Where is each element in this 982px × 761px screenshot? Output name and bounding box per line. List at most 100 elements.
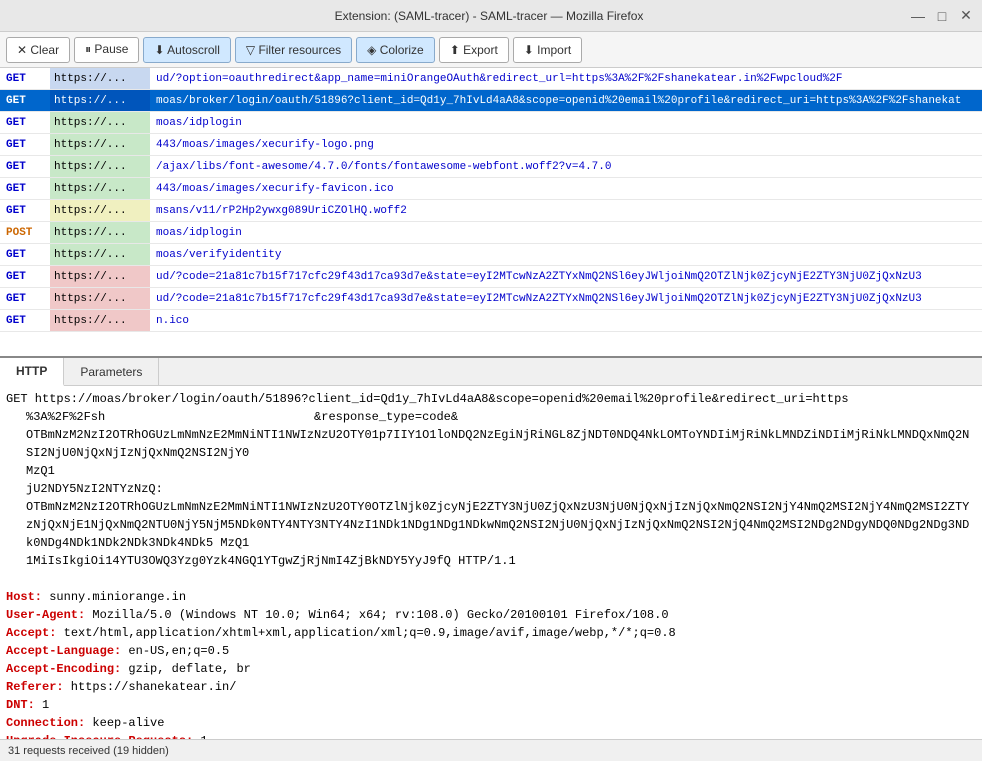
encoded-line-2: OTBmNzM2NzI2OTRhOGUzLmNmNzE2MmNiNTI1NWIz… xyxy=(6,498,976,552)
status-bar: 31 requests received (19 hidden) xyxy=(0,739,982,761)
header-value: gzip, deflate, br xyxy=(121,662,251,676)
request-line-2: %3A%2F%2Fsh &response_type=code& xyxy=(6,408,976,426)
request-host: https://... xyxy=(50,112,150,133)
autoscroll-button[interactable]: ⬇ Autoscroll xyxy=(143,37,230,63)
header-value: 1 xyxy=(193,734,207,739)
toolbar: ✕ Clear ⏸ Pause ⬇ Autoscroll ▽ Filter re… xyxy=(0,32,982,68)
request-host: https://... xyxy=(50,68,150,89)
header-value: 1 xyxy=(35,698,49,712)
header-name: Referer: xyxy=(6,680,64,694)
request-host: https://... xyxy=(50,178,150,199)
clear-button[interactable]: ✕ Clear xyxy=(6,37,70,63)
request-host: https://... xyxy=(50,288,150,309)
request-url: ud/?option=oauthredirect&app_name=miniOr… xyxy=(150,73,982,85)
request-method: GET xyxy=(0,293,50,305)
table-row[interactable]: GEThttps://...moas/broker/login/oauth/51… xyxy=(0,90,982,112)
table-row[interactable]: POSThttps://...moas/idplogin xyxy=(0,222,982,244)
table-row[interactable]: GEThttps://.../ajax/libs/font-awesome/4.… xyxy=(0,156,982,178)
table-row[interactable]: GEThttps://...n.ico xyxy=(0,310,982,332)
request-host: https://... xyxy=(50,266,150,287)
header-name: Upgrade-Insecure-Requests: xyxy=(6,734,193,739)
detail-line: Referer: https://shanekatear.in/ xyxy=(6,678,976,696)
table-row[interactable]: GEThttps://...443/moas/images/xecurify-l… xyxy=(0,134,982,156)
request-method: GET xyxy=(0,315,50,327)
header-value: en-US,en;q=0.5 xyxy=(121,644,229,658)
request-url: moas/verifyidentity xyxy=(150,249,982,261)
request-url: /ajax/libs/font-awesome/4.7.0/fonts/font… xyxy=(150,161,982,173)
encoded-line-0: OTBmNzM2NzI2OTRhOGUzLmNmNzE2MmNiNTI1NWIz… xyxy=(6,426,976,480)
window-controls: — □ ✕ xyxy=(910,8,974,24)
request-url: ud/?code=21a81c7b15f717cfc29f43d17ca93d7… xyxy=(150,271,982,283)
detail-line: User-Agent: Mozilla/5.0 (Windows NT 10.0… xyxy=(6,606,976,624)
header-value: sunny.miniorange.in xyxy=(42,590,186,604)
header-name: Accept-Language: xyxy=(6,644,121,658)
request-url: 443/moas/images/xecurify-logo.png xyxy=(150,139,982,151)
detail-line: DNT: 1 xyxy=(6,696,976,714)
request-url: moas/broker/login/oauth/51896?client_id=… xyxy=(150,95,982,107)
header-name: Accept: xyxy=(6,626,56,640)
header-name: Accept-Encoding: xyxy=(6,662,121,676)
tab-parameters[interactable]: Parameters xyxy=(64,358,159,386)
filter-resources-button[interactable]: ▽ Filter resources xyxy=(235,37,352,63)
header-value: text/html,application/xhtml+xml,applicat… xyxy=(56,626,675,640)
request-url: moas/idplogin xyxy=(150,227,982,239)
detail-content: GET https://moas/broker/login/oauth/5189… xyxy=(0,386,982,739)
detail-line: Accept-Language: en-US,en;q=0.5 xyxy=(6,642,976,660)
tabs-row: HTTPParameters xyxy=(0,358,982,386)
request-method: GET xyxy=(0,205,50,217)
import-button[interactable]: ⬇ Import xyxy=(513,37,582,63)
header-name: Connection: xyxy=(6,716,85,730)
pause-button[interactable]: ⏸ Pause xyxy=(74,37,139,63)
request-method: GET xyxy=(0,161,50,173)
title-bar: Extension: (SAML-tracer) - SAML-tracer —… xyxy=(0,0,982,32)
request-method: GET xyxy=(0,73,50,85)
window-title: Extension: (SAML-tracer) - SAML-tracer —… xyxy=(68,9,910,23)
request-url: msans/v11/rP2Hp2ywxg089UriCZOlHQ.woff2 xyxy=(150,205,982,217)
header-name: DNT: xyxy=(6,698,35,712)
header-value: Mozilla/5.0 (Windows NT 10.0; Win64; x64… xyxy=(85,608,668,622)
export-button[interactable]: ⬆ Export xyxy=(439,37,509,63)
close-button[interactable]: ✕ xyxy=(958,8,974,24)
colorize-button[interactable]: ◈ Colorize xyxy=(356,37,435,63)
minimize-button[interactable]: — xyxy=(910,8,926,24)
request-url: moas/idplogin xyxy=(150,117,982,129)
detail-line: Upgrade-Insecure-Requests: 1 xyxy=(6,732,976,739)
request-method: POST xyxy=(0,227,50,239)
request-host: https://... xyxy=(50,134,150,155)
request-host: https://... xyxy=(50,244,150,265)
detail-line: Connection: keep-alive xyxy=(6,714,976,732)
maximize-button[interactable]: □ xyxy=(934,8,950,24)
table-row[interactable]: GEThttps://...ud/?option=oauthredirect&a… xyxy=(0,68,982,90)
request-line: GET https://moas/broker/login/oauth/5189… xyxy=(6,390,976,408)
table-row[interactable]: GEThttps://...ud/?code=21a81c7b15f717cfc… xyxy=(0,266,982,288)
request-method: GET xyxy=(0,183,50,195)
table-row[interactable]: GEThttps://...ud/?code=21a81c7b15f717cfc… xyxy=(0,288,982,310)
encoded-line-1: jU2NDY5NzI2NTYzNzQ: xyxy=(6,480,976,498)
request-host: https://... xyxy=(50,156,150,177)
request-method: GET xyxy=(0,271,50,283)
encoded-line-3: 1MiIsIkgiOi14YTU3OWQ3Yzg0Yzk4NGQ1YTgwZjR… xyxy=(6,552,976,570)
table-row[interactable]: GEThttps://...443/moas/images/xecurify-f… xyxy=(0,178,982,200)
request-url: ud/?code=21a81c7b15f717cfc29f43d17ca93d7… xyxy=(150,293,982,305)
request-method: GET xyxy=(0,139,50,151)
request-method: GET xyxy=(0,95,50,107)
request-host: https://... xyxy=(50,310,150,331)
request-method: GET xyxy=(0,249,50,261)
header-value: https://shanekatear.in/ xyxy=(64,680,237,694)
detail-line: Accept: text/html,application/xhtml+xml,… xyxy=(6,624,976,642)
table-row[interactable]: GEThttps://...moas/verifyidentity xyxy=(0,244,982,266)
header-name: Host: xyxy=(6,590,42,604)
header-value: keep-alive xyxy=(85,716,164,730)
request-host: https://... xyxy=(50,222,150,243)
bottom-panel: HTTPParameters GET https://moas/broker/l… xyxy=(0,358,982,739)
request-table: GEThttps://...ud/?option=oauthredirect&a… xyxy=(0,68,982,358)
detail-line: Host: sunny.miniorange.in xyxy=(6,588,976,606)
table-row[interactable]: GEThttps://...msans/v11/rP2Hp2ywxg089Uri… xyxy=(0,200,982,222)
table-row[interactable]: GEThttps://...moas/idplogin xyxy=(0,112,982,134)
status-text: 31 requests received (19 hidden) xyxy=(8,745,169,757)
request-url: 443/moas/images/xecurify-favicon.ico xyxy=(150,183,982,195)
request-url: n.ico xyxy=(150,315,982,327)
tab-http[interactable]: HTTP xyxy=(0,358,64,386)
header-name: User-Agent: xyxy=(6,608,85,622)
request-host: https://... xyxy=(50,90,150,111)
